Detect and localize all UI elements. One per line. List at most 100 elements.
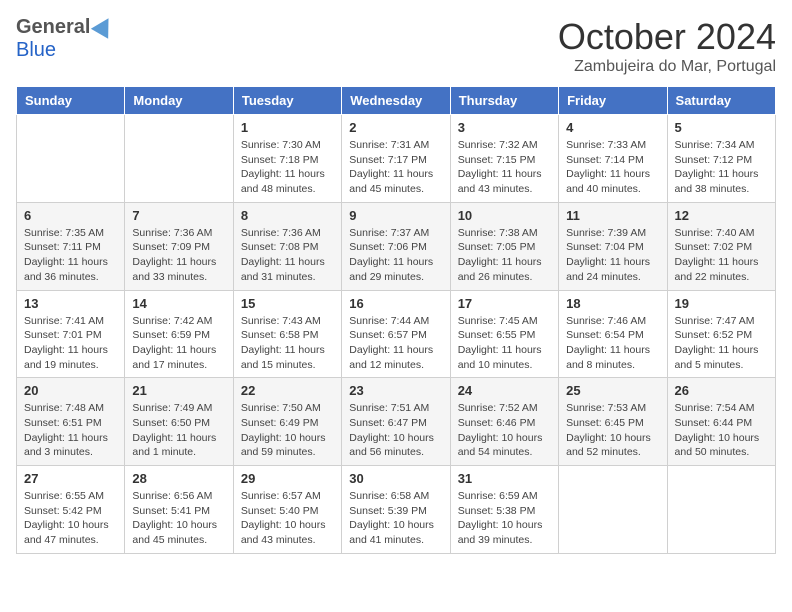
day-info: Sunrise: 7:36 AMSunset: 7:08 PMDaylight:… — [241, 226, 334, 285]
day-info: Sunrise: 7:42 AMSunset: 6:59 PMDaylight:… — [132, 314, 225, 373]
day-info: Sunrise: 7:40 AMSunset: 7:02 PMDaylight:… — [675, 226, 768, 285]
day-info: Sunrise: 7:43 AMSunset: 6:58 PMDaylight:… — [241, 314, 334, 373]
day-number: 31 — [458, 471, 551, 486]
day-info: Sunrise: 7:54 AMSunset: 6:44 PMDaylight:… — [675, 401, 768, 460]
calendar-day-header: Monday — [125, 87, 233, 115]
day-info: Sunrise: 6:57 AMSunset: 5:40 PMDaylight:… — [241, 489, 334, 548]
logo-triangle-icon — [91, 13, 117, 39]
calendar-cell: 24 Sunrise: 7:52 AMSunset: 6:46 PMDayligh… — [450, 378, 558, 466]
day-info: Sunrise: 7:44 AMSunset: 6:57 PMDaylight:… — [349, 314, 442, 373]
day-number: 28 — [132, 471, 225, 486]
calendar-day-header: Wednesday — [342, 87, 450, 115]
day-number: 21 — [132, 383, 225, 398]
day-info: Sunrise: 7:46 AMSunset: 6:54 PMDaylight:… — [566, 314, 659, 373]
calendar-cell: 14 Sunrise: 7:42 AMSunset: 6:59 PMDayligh… — [125, 290, 233, 378]
day-info: Sunrise: 7:51 AMSunset: 6:47 PMDaylight:… — [349, 401, 442, 460]
calendar-cell: 7Sunrise: 7:36 AMSunset: 7:09 PMDaylight… — [125, 202, 233, 290]
day-number: 25 — [566, 383, 659, 398]
day-info: Sunrise: 7:33 AMSunset: 7:14 PMDaylight:… — [566, 138, 659, 197]
calendar-week-row: 1 Sunrise: 7:30 AMSunset: 7:18 PMDaylight… — [17, 115, 776, 203]
day-number: 24 — [458, 383, 551, 398]
day-info: Sunrise: 6:55 AMSunset: 5:42 PMDaylight:… — [24, 489, 117, 548]
day-info: Sunrise: 7:34 AMSunset: 7:12 PMDaylight:… — [675, 138, 768, 197]
day-info: Sunrise: 7:36 AMSunset: 7:09 PMDaylight:… — [132, 226, 225, 285]
calendar-cell: 23 Sunrise: 7:51 AMSunset: 6:47 PMDayligh… — [342, 378, 450, 466]
calendar-cell: 15 Sunrise: 7:43 AMSunset: 6:58 PMDayligh… — [233, 290, 341, 378]
calendar-week-row: 20Sunrise: 7:48 AMSunset: 6:51 PMDayligh… — [17, 378, 776, 466]
day-number: 16 — [349, 296, 442, 311]
logo-general-text: General — [16, 16, 90, 39]
calendar-day-header: Friday — [559, 87, 667, 115]
calendar-body: 1 Sunrise: 7:30 AMSunset: 7:18 PMDaylight… — [17, 115, 776, 554]
day-number: 9 — [349, 208, 442, 223]
calendar-cell: 9 Sunrise: 7:37 AMSunset: 7:06 PMDaylight… — [342, 202, 450, 290]
calendar-cell: 8 Sunrise: 7:36 AMSunset: 7:08 PMDaylight… — [233, 202, 341, 290]
calendar-day-header: Saturday — [667, 87, 775, 115]
day-info: Sunrise: 7:47 AMSunset: 6:52 PMDaylight:… — [675, 314, 768, 373]
logo: General Blue — [16, 16, 114, 62]
day-info: Sunrise: 7:52 AMSunset: 6:46 PMDaylight:… — [458, 401, 551, 460]
day-number: 22 — [241, 383, 334, 398]
calendar-cell: 5 Sunrise: 7:34 AMSunset: 7:12 PMDaylight… — [667, 115, 775, 203]
day-number: 1 — [241, 120, 334, 135]
calendar-cell: 25 Sunrise: 7:53 AMSunset: 6:45 PMDayligh… — [559, 378, 667, 466]
day-number: 11 — [566, 208, 659, 223]
day-number: 2 — [349, 120, 442, 135]
calendar-cell: 26 Sunrise: 7:54 AMSunset: 6:44 PMDayligh… — [667, 378, 775, 466]
day-info: Sunrise: 7:50 AMSunset: 6:49 PMDaylight:… — [241, 401, 334, 460]
day-number: 19 — [675, 296, 768, 311]
calendar-cell: 30Sunrise: 6:58 AMSunset: 5:39 PMDayligh… — [342, 466, 450, 554]
day-number: 14 — [132, 296, 225, 311]
day-number: 23 — [349, 383, 442, 398]
calendar-cell — [667, 466, 775, 554]
day-info: Sunrise: 7:39 AMSunset: 7:04 PMDaylight:… — [566, 226, 659, 285]
day-number: 27 — [24, 471, 117, 486]
calendar-cell: 28 Sunrise: 6:56 AMSunset: 5:41 PMDayligh… — [125, 466, 233, 554]
calendar-cell: 29 Sunrise: 6:57 AMSunset: 5:40 PMDayligh… — [233, 466, 341, 554]
calendar-cell — [559, 466, 667, 554]
calendar-cell: 31Sunrise: 6:59 AMSunset: 5:38 PMDayligh… — [450, 466, 558, 554]
location-text: Zambujeira do Mar, Portugal — [558, 58, 776, 76]
day-info: Sunrise: 7:41 AMSunset: 7:01 PMDaylight:… — [24, 314, 117, 373]
calendar-cell: 18 Sunrise: 7:46 AMSunset: 6:54 PMDayligh… — [559, 290, 667, 378]
calendar-cell: 22 Sunrise: 7:50 AMSunset: 6:49 PMDayligh… — [233, 378, 341, 466]
day-info: Sunrise: 7:35 AMSunset: 7:11 PMDaylight:… — [24, 226, 117, 285]
day-number: 8 — [241, 208, 334, 223]
day-number: 3 — [458, 120, 551, 135]
calendar-cell: 1 Sunrise: 7:30 AMSunset: 7:18 PMDaylight… — [233, 115, 341, 203]
day-info: Sunrise: 7:37 AMSunset: 7:06 PMDaylight:… — [349, 226, 442, 285]
day-number: 12 — [675, 208, 768, 223]
logo-blue-text: Blue — [16, 39, 56, 62]
day-number: 4 — [566, 120, 659, 135]
day-number: 29 — [241, 471, 334, 486]
day-number: 15 — [241, 296, 334, 311]
day-info: Sunrise: 7:30 AMSunset: 7:18 PMDaylight:… — [241, 138, 334, 197]
day-number: 10 — [458, 208, 551, 223]
month-title: October 2024 — [558, 16, 776, 58]
calendar-day-header: Thursday — [450, 87, 558, 115]
calendar-cell: 4 Sunrise: 7:33 AMSunset: 7:14 PMDaylight… — [559, 115, 667, 203]
calendar-cell: 21Sunrise: 7:49 AMSunset: 6:50 PMDayligh… — [125, 378, 233, 466]
day-number: 5 — [675, 120, 768, 135]
calendar-week-row: 6 Sunrise: 7:35 AMSunset: 7:11 PMDaylight… — [17, 202, 776, 290]
day-info: Sunrise: 7:32 AMSunset: 7:15 PMDaylight:… — [458, 138, 551, 197]
calendar-cell: 20Sunrise: 7:48 AMSunset: 6:51 PMDayligh… — [17, 378, 125, 466]
calendar-cell: 6 Sunrise: 7:35 AMSunset: 7:11 PMDaylight… — [17, 202, 125, 290]
title-section: October 2024 Zambujeira do Mar, Portugal — [558, 16, 776, 76]
calendar-cell: 27 Sunrise: 6:55 AMSunset: 5:42 PMDayligh… — [17, 466, 125, 554]
day-number: 6 — [24, 208, 117, 223]
day-number: 17 — [458, 296, 551, 311]
day-number: 30 — [349, 471, 442, 486]
day-info: Sunrise: 6:56 AMSunset: 5:41 PMDaylight:… — [132, 489, 225, 548]
day-number: 26 — [675, 383, 768, 398]
day-info: Sunrise: 7:38 AMSunset: 7:05 PMDaylight:… — [458, 226, 551, 285]
calendar-cell — [17, 115, 125, 203]
day-info: Sunrise: 7:48 AMSunset: 6:51 PMDaylight:… — [24, 401, 117, 460]
day-number: 13 — [24, 296, 117, 311]
day-number: 18 — [566, 296, 659, 311]
day-info: Sunrise: 7:53 AMSunset: 6:45 PMDaylight:… — [566, 401, 659, 460]
calendar-day-header: Sunday — [17, 87, 125, 115]
calendar-header-row: SundayMondayTuesdayWednesdayThursdayFrid… — [17, 87, 776, 115]
calendar-cell: 13 Sunrise: 7:41 AMSunset: 7:01 PMDayligh… — [17, 290, 125, 378]
calendar-week-row: 13 Sunrise: 7:41 AMSunset: 7:01 PMDayligh… — [17, 290, 776, 378]
